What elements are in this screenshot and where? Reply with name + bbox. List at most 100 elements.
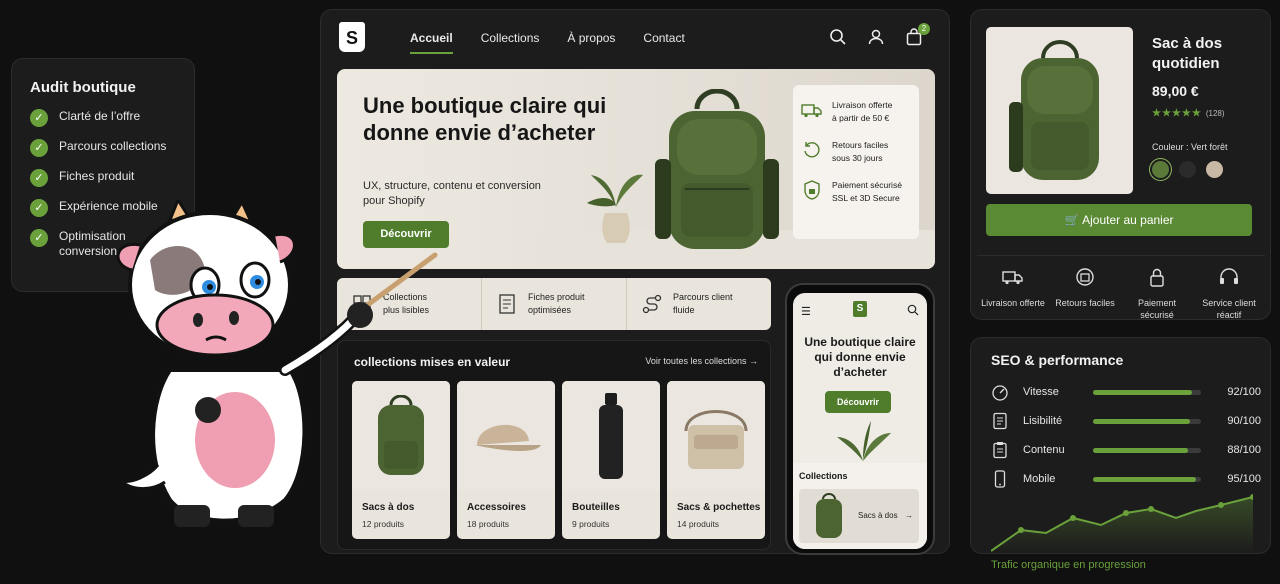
shopify-logo-icon: S xyxy=(853,301,867,317)
plant-vase-image xyxy=(587,174,643,243)
highlight-product-pages: Fiches produit optimisées xyxy=(482,278,627,330)
nav-icons: 2 xyxy=(829,23,930,46)
cart-badge: 2 xyxy=(918,23,930,35)
mobile-hero-title: Une boutique claire qui donne envie d’ac… xyxy=(804,335,916,379)
truck-icon xyxy=(1002,271,1023,285)
mobile-collections: Collections Sacs à dos → xyxy=(793,463,927,549)
lock-icon xyxy=(1150,268,1164,287)
feature-returns: Retours faciles sous 30 jours xyxy=(801,139,911,165)
collection-title: Sacs & pochettes xyxy=(677,502,761,513)
highlight-customer-journey: Parcours client fluide xyxy=(627,278,771,330)
seo-panel: SEO & performance Vitesse 92/100 Lisibili… xyxy=(970,337,1271,571)
collection-count: 9 produits xyxy=(572,519,610,529)
seo-title: SEO & performance xyxy=(991,352,1124,368)
speedometer-icon xyxy=(992,385,1008,401)
collection-card[interactable]: Accessoires 18 produits xyxy=(457,381,555,539)
hero-features: Livraison offerte à partir de 50 € Retour… xyxy=(793,85,919,239)
check-icon: ✓ xyxy=(30,229,48,247)
service-label: Retours faciles xyxy=(1055,298,1115,308)
see-all-label: Voir toutes les collections xyxy=(645,356,747,366)
arrow-right-icon: → xyxy=(749,356,758,366)
feature-sub: SSL et 3D Secure xyxy=(832,193,900,203)
menu-icon[interactable]: ☰ xyxy=(801,305,811,318)
truck-icon xyxy=(801,104,822,118)
seo-metric-row: Vitesse 92/100 xyxy=(991,382,1261,402)
audit-item: ✓ Clarté de l’offre xyxy=(30,109,176,127)
swatch-green[interactable] xyxy=(1152,161,1169,178)
nav-link-accueil[interactable]: Accueil xyxy=(410,31,453,54)
metric-bar-fill xyxy=(1093,476,1196,482)
search-icon[interactable] xyxy=(829,28,847,46)
smartphone-icon xyxy=(994,470,1006,488)
feature-title: Livraison offerte xyxy=(832,100,893,110)
document-icon xyxy=(499,294,515,314)
product-card: Sac à dos quotidien 89,00 € ★★★★★ (128) C… xyxy=(970,9,1271,320)
seo-metric-row: Lisibilité 90/100 xyxy=(991,411,1261,431)
collection-card[interactable]: Bouteilles 9 produits xyxy=(562,381,660,539)
metric-value: 90/100 xyxy=(1227,415,1261,427)
service-label: Livraison offerte xyxy=(981,298,1045,308)
see-all-collections-link[interactable]: Voir toutes les collections → xyxy=(645,356,758,366)
feature-shipping: Livraison offerte à partir de 50 € xyxy=(801,99,911,125)
add-to-cart-button[interactable]: 🛒 Ajouter au panier xyxy=(986,204,1252,236)
color-label: Couleur : Vert forêt xyxy=(1152,142,1228,152)
clipboard-icon xyxy=(993,442,1007,459)
nav-link-a-propos[interactable]: À propos xyxy=(567,31,615,54)
product-price: 89,00 € xyxy=(1152,83,1199,99)
rating-stars: ★★★★★ (128) xyxy=(1152,108,1225,119)
collection-count: 18 produits xyxy=(467,519,510,529)
shopify-logo-icon[interactable]: S xyxy=(339,22,365,52)
highlight-title: Parcours client xyxy=(673,292,733,302)
metric-bar-fill xyxy=(1093,447,1189,453)
feature-title: Paiement sécurisé xyxy=(832,180,902,190)
audit-item-label: Fiches produit xyxy=(59,169,135,183)
metric-bar-fill xyxy=(1093,418,1191,424)
seo-metric-row: Mobile 95/100 xyxy=(991,469,1261,489)
stars-icon: ★★★★★ xyxy=(1152,108,1202,119)
highlight-title: Fiches produit xyxy=(528,292,585,302)
mobile-collections-title: Collections xyxy=(799,471,848,481)
nav-links: Accueil Collections À propos Contact xyxy=(410,31,685,54)
metric-value: 88/100 xyxy=(1227,444,1261,456)
metric-value: 92/100 xyxy=(1227,386,1261,398)
collection-card[interactable]: Sacs & pochettes 14 produits xyxy=(667,381,765,539)
audit-item: ✓ Parcours collections xyxy=(30,139,176,157)
highlight-sub: optimisées xyxy=(528,305,572,315)
cart-icon: 🛒 xyxy=(1064,213,1080,227)
cart-icon[interactable]: 2 xyxy=(905,23,930,46)
metric-label: Lisibilité xyxy=(1023,415,1063,427)
backpack-image xyxy=(816,493,842,538)
collection-title: Bouteilles xyxy=(572,502,620,513)
shield-icon xyxy=(804,180,820,200)
user-icon[interactable] xyxy=(867,28,885,46)
pouch-image xyxy=(667,381,765,491)
mobile-card-label: Sacs à dos xyxy=(858,511,898,520)
review-count: (128) xyxy=(1205,109,1225,118)
backpack-image xyxy=(1008,40,1099,180)
metric-value: 95/100 xyxy=(1227,473,1261,485)
search-icon[interactable] xyxy=(907,304,919,316)
metric-bar xyxy=(1093,418,1201,424)
traffic-chart xyxy=(991,494,1253,553)
bottle-image xyxy=(562,381,660,491)
feature-sub: à partir de 50 € xyxy=(832,113,890,123)
mobile-discover-button[interactable]: Découvrir xyxy=(825,391,891,413)
metric-bar-fill xyxy=(1093,389,1193,395)
plant-image xyxy=(837,421,891,461)
metric-label: Contenu xyxy=(1023,444,1065,456)
feature-title: Retours faciles xyxy=(832,140,889,150)
collection-title: Accessoires xyxy=(467,502,526,513)
swatch-beige[interactable] xyxy=(1206,161,1223,178)
text-document-icon xyxy=(993,412,1007,430)
nav-link-collections[interactable]: Collections xyxy=(481,31,540,54)
mobile-collection-card[interactable]: Sacs à dos → xyxy=(799,489,919,543)
mobile-preview: ☰ S Une boutique claire qui donne envie … xyxy=(785,283,935,555)
seo-metric-row: Contenu 88/100 xyxy=(991,440,1261,460)
service-payment: Paiement sécurisé xyxy=(1121,266,1193,321)
cap-image xyxy=(457,381,555,491)
nav-link-contact[interactable]: Contact xyxy=(643,31,684,54)
audit-item-label: Parcours collections xyxy=(59,139,167,153)
return-box-icon xyxy=(1076,268,1094,286)
swatch-black[interactable] xyxy=(1179,161,1196,178)
top-nav: S Accueil Collections À propos Contact 2 xyxy=(321,10,949,66)
